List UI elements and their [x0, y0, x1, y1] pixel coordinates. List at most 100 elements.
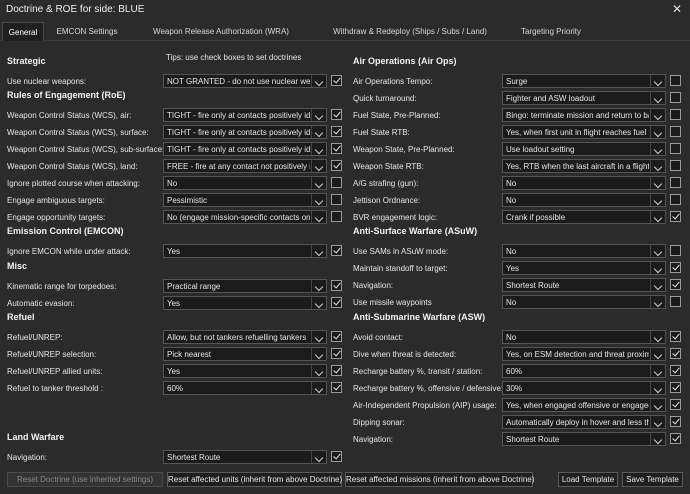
refuel-unrep-11-checkbox[interactable]	[331, 331, 342, 342]
jettison-ordnance-7-checkbox[interactable]	[670, 194, 681, 205]
engage-ambiguous-targets-6-checkbox[interactable]	[331, 194, 342, 205]
ignore-plotted-course-when-attacking-5-checkbox[interactable]	[331, 177, 342, 188]
use-nuclear-weapons-0-checkbox[interactable]	[331, 75, 342, 86]
dive-when-threat-is-detected-14-checkbox[interactable]	[670, 348, 681, 359]
refuel-unrep-selection-12-checkbox[interactable]	[331, 348, 342, 359]
load-template-button[interactable]: Load Template	[558, 472, 618, 487]
recharge-battery-transit-station-15-checkbox[interactable]	[670, 365, 681, 376]
chevron-down-icon[interactable]	[650, 126, 665, 138]
a-g-strafing-gun-6-checkbox[interactable]	[670, 177, 681, 188]
chevron-down-icon[interactable]	[650, 211, 665, 223]
chevron-down-icon[interactable]	[650, 416, 665, 428]
ignore-emcon-while-under-attack-8-checkbox[interactable]	[331, 245, 342, 256]
bvr-engagement-logic-8-checkbox[interactable]	[670, 211, 681, 222]
fuel-state-pre-planned-2-dropdown[interactable]: Bingo: terminate mission and return to b…	[502, 108, 666, 122]
engage-opportunity-targets-7-checkbox[interactable]	[331, 211, 342, 222]
weapon-control-status-wcs-air-1-checkbox[interactable]	[331, 109, 342, 120]
weapon-control-status-wcs-air-1-dropdown[interactable]: TIGHT - fire only at contacts positively…	[163, 108, 327, 122]
chevron-down-icon[interactable]	[650, 245, 665, 257]
ignore-emcon-while-under-attack-8-dropdown[interactable]: Yes	[163, 244, 327, 258]
use-missile-waypoints-12-dropdown[interactable]: No	[502, 295, 666, 309]
reset-missions-button[interactable]: Reset affected missions (inherit from ab…	[345, 472, 534, 487]
tab-general[interactable]: General	[2, 22, 44, 41]
engage-ambiguous-targets-6-dropdown[interactable]: Pessimistic	[163, 193, 327, 207]
bvr-engagement-logic-8-dropdown[interactable]: Crank if possible	[502, 210, 666, 224]
chevron-down-icon[interactable]	[311, 160, 326, 172]
chevron-down-icon[interactable]	[311, 348, 326, 360]
chevron-down-icon[interactable]	[311, 331, 326, 343]
chevron-down-icon[interactable]	[650, 382, 665, 394]
air-operations-tempo-0-checkbox[interactable]	[670, 75, 681, 86]
use-sams-in-asuw-mode-9-checkbox[interactable]	[670, 245, 681, 256]
reset-units-button[interactable]: Reset affected units (inherit from above…	[167, 472, 342, 487]
weapon-control-status-wcs-sub-surface-3-checkbox[interactable]	[331, 143, 342, 154]
navigation-11-dropdown[interactable]: Shortest Route	[502, 278, 666, 292]
tab-targeting-priority[interactable]: Targeting Priority	[508, 22, 594, 41]
avoid-contact-13-checkbox[interactable]	[670, 331, 681, 342]
chevron-down-icon[interactable]	[311, 245, 326, 257]
recharge-battery-offensive-defensive-16-dropdown[interactable]: 30%	[502, 381, 666, 395]
chevron-down-icon[interactable]	[311, 194, 326, 206]
fuel-state-rtb-3-dropdown[interactable]: Yes, when first unit in flight reaches f…	[502, 125, 666, 139]
kinematic-range-for-torpedoes-9-checkbox[interactable]	[331, 280, 342, 291]
navigation-15-dropdown[interactable]: Shortest Route	[163, 450, 327, 464]
navigation-19-checkbox[interactable]	[670, 433, 681, 444]
refuel-unrep-selection-12-dropdown[interactable]: Pick nearest	[163, 347, 327, 361]
weapon-control-status-wcs-land-4-dropdown[interactable]: FREE - fire at any contact not positivel…	[163, 159, 327, 173]
chevron-down-icon[interactable]	[311, 365, 326, 377]
chevron-down-icon[interactable]	[650, 331, 665, 343]
air-operations-tempo-0-dropdown[interactable]: Surge	[502, 74, 666, 88]
chevron-down-icon[interactable]	[311, 280, 326, 292]
fuel-state-rtb-3-checkbox[interactable]	[670, 126, 681, 137]
chevron-down-icon[interactable]	[650, 348, 665, 360]
recharge-battery-transit-station-15-dropdown[interactable]: 60%	[502, 364, 666, 378]
navigation-15-checkbox[interactable]	[331, 451, 342, 462]
weapon-control-status-wcs-surface-2-checkbox[interactable]	[331, 126, 342, 137]
tab-weapon-release-authorization[interactable]: Weapon Release Authorization (WRA)	[136, 22, 306, 41]
use-sams-in-asuw-mode-9-dropdown[interactable]: No	[502, 244, 666, 258]
quick-turnaround-1-dropdown[interactable]: Fighter and ASW loadout	[502, 91, 666, 105]
reset-doctrine-button[interactable]: Reset Doctrine (use inherited settings)	[7, 472, 163, 487]
chevron-down-icon[interactable]	[311, 297, 326, 309]
chevron-down-icon[interactable]	[650, 143, 665, 155]
ignore-plotted-course-when-attacking-5-dropdown[interactable]: No	[163, 176, 327, 190]
chevron-down-icon[interactable]	[650, 194, 665, 206]
use-nuclear-weapons-0-dropdown[interactable]: NOT GRANTED - do not use nuclear weapons	[163, 74, 327, 88]
automatic-evasion-10-dropdown[interactable]: Yes	[163, 296, 327, 310]
weapon-control-status-wcs-surface-2-dropdown[interactable]: TIGHT - fire only at contacts positively…	[163, 125, 327, 139]
recharge-battery-offensive-defensive-16-checkbox[interactable]	[670, 382, 681, 393]
chevron-down-icon[interactable]	[650, 296, 665, 308]
refuel-to-tanker-threshold-14-checkbox[interactable]	[331, 382, 342, 393]
dipping-sonar-18-dropdown[interactable]: Automatically deploy in hover and less t…	[502, 415, 666, 429]
maintain-standoff-to-target-10-checkbox[interactable]	[670, 262, 681, 273]
chevron-down-icon[interactable]	[650, 177, 665, 189]
chevron-down-icon[interactable]	[311, 382, 326, 394]
kinematic-range-for-torpedoes-9-dropdown[interactable]: Practical range	[163, 279, 327, 293]
air-independent-propulsion-aip-usage-17-checkbox[interactable]	[670, 399, 681, 410]
chevron-down-icon[interactable]	[311, 75, 326, 87]
chevron-down-icon[interactable]	[311, 177, 326, 189]
refuel-to-tanker-threshold-14-dropdown[interactable]: 60%	[163, 381, 327, 395]
chevron-down-icon[interactable]	[311, 143, 326, 155]
chevron-down-icon[interactable]	[311, 451, 326, 463]
chevron-down-icon[interactable]	[311, 211, 326, 223]
chevron-down-icon[interactable]	[311, 109, 326, 121]
chevron-down-icon[interactable]	[650, 75, 665, 87]
chevron-down-icon[interactable]	[650, 262, 665, 274]
quick-turnaround-1-checkbox[interactable]	[670, 92, 681, 103]
weapon-state-pre-planned-4-dropdown[interactable]: Use loadout setting	[502, 142, 666, 156]
chevron-down-icon[interactable]	[650, 433, 665, 445]
engage-opportunity-targets-7-dropdown[interactable]: No (engage mission-specific contacts onl…	[163, 210, 327, 224]
maintain-standoff-to-target-10-dropdown[interactable]: Yes	[502, 261, 666, 275]
chevron-down-icon[interactable]	[650, 399, 665, 411]
weapon-control-status-wcs-sub-surface-3-dropdown[interactable]: TIGHT - fire only at contacts positively…	[163, 142, 327, 156]
refuel-unrep-allied-units-13-dropdown[interactable]: Yes	[163, 364, 327, 378]
save-template-button[interactable]: Save Template	[622, 472, 683, 487]
dive-when-threat-is-detected-14-dropdown[interactable]: Yes, on ESM detection and threat proximi…	[502, 347, 666, 361]
weapon-control-status-wcs-land-4-checkbox[interactable]	[331, 160, 342, 171]
refuel-unrep-allied-units-13-checkbox[interactable]	[331, 365, 342, 376]
avoid-contact-13-dropdown[interactable]: No	[502, 330, 666, 344]
chevron-down-icon[interactable]	[650, 365, 665, 377]
weapon-state-rtb-5-checkbox[interactable]	[670, 160, 681, 171]
jettison-ordnance-7-dropdown[interactable]: No	[502, 193, 666, 207]
